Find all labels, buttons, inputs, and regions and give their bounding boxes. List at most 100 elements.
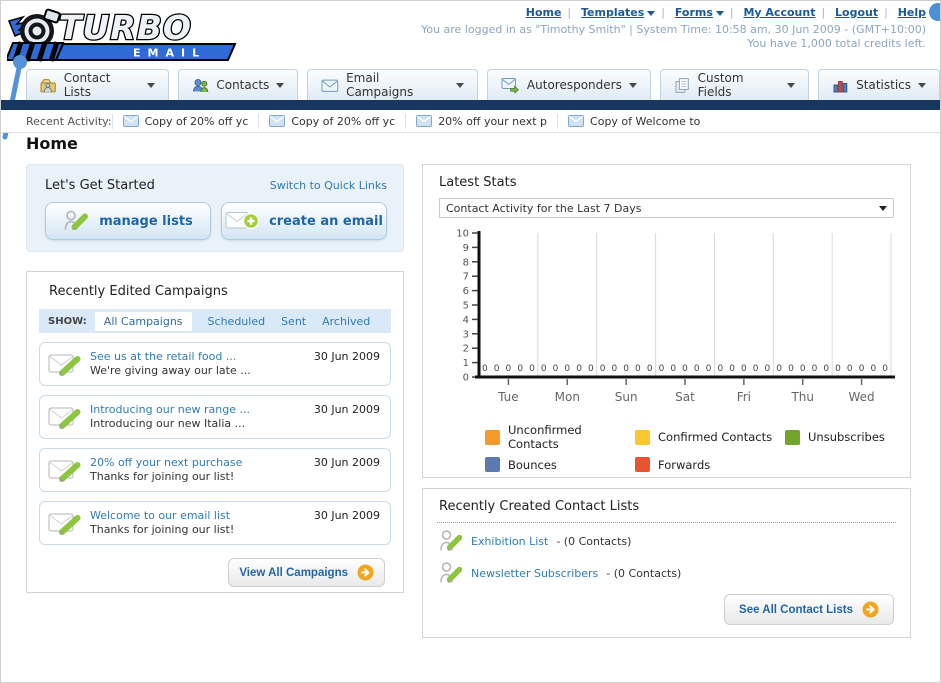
- svg-text:2: 2: [463, 344, 469, 355]
- person-pencil-icon: [440, 529, 463, 551]
- legend-label: Unconfirmed Contacts: [508, 423, 582, 451]
- svg-text:0: 0: [494, 364, 500, 374]
- header-link-help[interactable]: Help: [898, 6, 926, 19]
- svg-text:7: 7: [463, 272, 469, 283]
- corner-ball-decoration: [929, 3, 940, 21]
- campaign-title-link[interactable]: Welcome to our email list: [90, 509, 234, 523]
- svg-text:0: 0: [482, 364, 488, 374]
- filter-archived[interactable]: Archived: [322, 315, 370, 328]
- svg-text:0: 0: [588, 364, 594, 374]
- svg-text:0: 0: [612, 364, 618, 374]
- filter-sent[interactable]: Sent: [281, 315, 306, 328]
- svg-text:0: 0: [882, 364, 888, 374]
- login-info: You are logged in as "Timothy Smith" | S…: [421, 23, 926, 36]
- campaign-subtitle: We're giving away our late ...: [90, 364, 251, 377]
- contact-list-item[interactable]: Exhibition List - (0 Contacts): [439, 527, 910, 555]
- campaign-title-link[interactable]: Introducing our new range ...: [90, 403, 250, 417]
- contact-list-count: - (0 Contacts): [556, 534, 632, 548]
- recent-activity-item[interactable]: 20% off your next p: [405, 113, 557, 129]
- chevron-down-icon: [276, 82, 285, 88]
- legend-swatch: [485, 457, 500, 472]
- header-link-logout[interactable]: Logout: [835, 6, 878, 19]
- chevron-down-icon: [918, 82, 926, 88]
- svg-text:9: 9: [463, 243, 469, 254]
- svg-text:0: 0: [788, 364, 794, 374]
- envelope-pencil-icon: [48, 513, 81, 535]
- svg-text:Tue: Tue: [497, 390, 519, 404]
- header-link-my-account[interactable]: My Account: [743, 6, 815, 19]
- header-links: Home | Templates | Forms | My Account | Logo…: [525, 6, 926, 19]
- campaign-row[interactable]: See us at the retail food ... We're givi…: [39, 342, 391, 386]
- svg-text:Thu: Thu: [790, 390, 814, 404]
- tab-contacts[interactable]: Contacts: [178, 69, 299, 100]
- contact-activity-chart: 0123456789100 0 0 0 0 0 0 0 0 0 0 0 0 0 0 0 0 0 0 0 0 0 0 0 0 0 0 0…: [456, 229, 895, 404]
- switch-quick-links[interactable]: Switch to Quick Links: [270, 179, 387, 192]
- recent-activity-item[interactable]: Copy of Welcome to: [557, 113, 710, 129]
- contact-list-name-link[interactable]: Newsletter Subscribers: [471, 567, 598, 580]
- header-link-home[interactable]: Home: [526, 6, 562, 19]
- legend-label: Forwards: [658, 457, 711, 472]
- tab-custom-fields[interactable]: Custom Fields: [659, 69, 810, 100]
- see-all-contact-lists-button[interactable]: See All Contact Lists: [724, 594, 894, 625]
- create-email-button[interactable]: create an email: [221, 202, 387, 240]
- svg-text:0: 0: [694, 364, 700, 374]
- recent-activity-item[interactable]: Copy of 20% off yc: [258, 113, 405, 129]
- envelope-plus-icon: [225, 212, 260, 230]
- svg-text:0: 0: [835, 364, 841, 374]
- svg-text:3: 3: [463, 329, 469, 340]
- campaign-date: 30 Jun 2009: [313, 403, 380, 416]
- envelope-arrow-icon: [501, 78, 519, 93]
- tab-email-campaigns[interactable]: Email Campaigns: [307, 69, 478, 100]
- envelope-icon: [321, 79, 339, 92]
- header-link-templates[interactable]: Templates: [581, 6, 656, 19]
- campaign-title-link[interactable]: See us at the retail food ...: [90, 350, 251, 364]
- legend-label: Unsubscribes: [808, 430, 885, 444]
- filter-all-campaigns[interactable]: All Campaigns: [94, 311, 192, 331]
- svg-text:0: 0: [776, 364, 782, 374]
- campaign-row[interactable]: Introducing our new range ... Introducin…: [39, 395, 391, 439]
- legend-swatch: [635, 429, 650, 445]
- tab-statistics[interactable]: Statistics: [818, 69, 940, 100]
- contact-list-name-link[interactable]: Exhibition List: [471, 535, 548, 548]
- svg-text:0: 0: [741, 364, 747, 374]
- latest-stats-panel: Latest Stats Contact Activity for the La…: [422, 164, 911, 478]
- navy-divider-bar: [1, 100, 940, 110]
- recent-activity-item[interactable]: Copy of 20% off yc: [111, 113, 259, 129]
- envelope-pencil-icon: [48, 407, 81, 429]
- dotted-divider: [437, 522, 896, 523]
- svg-text:0: 0: [564, 364, 570, 374]
- tab-autoresponders[interactable]: Autoresponders: [486, 69, 651, 100]
- chevron-down-icon: [647, 10, 656, 16]
- chevron-down-icon: [455, 82, 464, 88]
- view-all-campaigns-button[interactable]: View All Campaigns: [228, 558, 385, 587]
- svg-text:0: 0: [659, 364, 665, 374]
- recently-edited-campaigns-panel: Recently Edited Campaigns SHOW: All Camp…: [26, 271, 404, 593]
- arrow-right-icon: [357, 564, 374, 581]
- svg-text:1: 1: [463, 358, 469, 369]
- campaign-row[interactable]: 20% off your next purchase Thanks for jo…: [39, 448, 391, 492]
- envelope-icon: [568, 115, 585, 127]
- legend-item: Unsubscribes: [785, 423, 885, 451]
- chevron-down-icon: [787, 82, 796, 88]
- svg-text:0: 0: [847, 364, 853, 374]
- svg-text:0: 0: [463, 373, 469, 384]
- main-nav: Contact Lists Contacts Email Campaigns A…: [1, 69, 940, 100]
- svg-text:0: 0: [506, 364, 512, 374]
- tab-contact-lists[interactable]: Contact Lists: [26, 69, 170, 100]
- campaign-subtitle: Thanks for joining our list!: [90, 523, 235, 536]
- svg-text:Sat: Sat: [675, 390, 695, 404]
- campaign-title-link[interactable]: 20% off your next purchase: [90, 456, 242, 470]
- page-title: Home: [26, 134, 78, 153]
- chevron-down-icon: [628, 82, 637, 88]
- filter-scheduled[interactable]: Scheduled: [208, 315, 266, 328]
- svg-text:Sun: Sun: [615, 390, 638, 404]
- show-label: SHOW:: [48, 315, 87, 327]
- contact-list-item[interactable]: Newsletter Subscribers - (0 Contacts): [439, 559, 910, 587]
- chevron-down-icon: [715, 10, 724, 16]
- header-link-forms[interactable]: Forms: [675, 6, 724, 19]
- stats-period-select[interactable]: Contact Activity for the Last 7 Days: [439, 198, 894, 218]
- campaign-row[interactable]: Welcome to our email list Thanks for joi…: [39, 501, 391, 545]
- svg-text:0: 0: [800, 364, 806, 374]
- manage-lists-button[interactable]: manage lists: [45, 202, 211, 240]
- svg-text:0: 0: [623, 364, 629, 374]
